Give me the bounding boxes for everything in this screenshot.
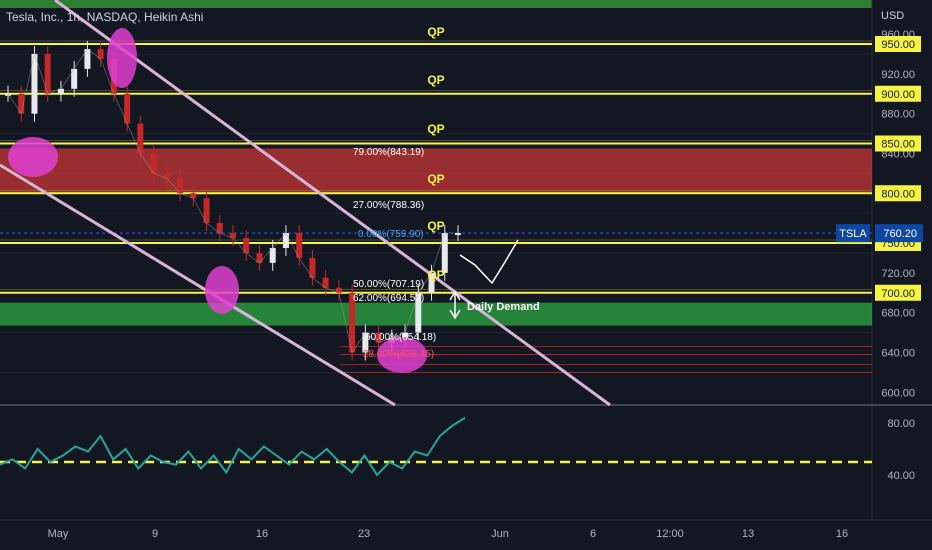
qp-label: QP (427, 172, 444, 186)
level-price-label: 700.00 (881, 288, 915, 300)
x-tick-label: 23 (358, 528, 370, 540)
y-tick-label: 920.00 (881, 69, 915, 81)
x-tick-label: 6 (590, 528, 596, 540)
highlight-ellipse (8, 137, 58, 177)
y-tick-label: 680.00 (881, 308, 915, 320)
level-price-label: 900.00 (881, 89, 915, 101)
x-tick-label: 12:00 (656, 528, 684, 540)
fib-label: 60.00%(654.18) (365, 332, 436, 343)
fib-label: 50.00%(707.19) (353, 279, 424, 290)
supply-zone (0, 148, 872, 194)
y-tick-label: 880.00 (881, 109, 915, 121)
fib-label: 27.00%(788.36) (353, 200, 424, 211)
x-tick-label: 16 (836, 528, 848, 540)
y-tick-label: 720.00 (881, 268, 915, 280)
x-tick-label: Jun (491, 528, 509, 540)
x-tick-label: 9 (152, 528, 158, 540)
highlight-ellipse (107, 28, 137, 88)
symbol-tag-label: TSLA (839, 228, 867, 240)
rsi-tick-label: 40.00 (887, 470, 915, 482)
x-tick-label: 13 (742, 528, 754, 540)
current-price-value: 760.20 (883, 228, 917, 240)
qp-label: QP (427, 268, 444, 282)
qp-label: QP (427, 25, 444, 39)
fib-label: 79.00%(843.19) (353, 147, 424, 158)
x-tick-label: 16 (256, 528, 268, 540)
level-price-label: 800.00 (881, 188, 915, 200)
fib-label: 28.00%(638.45) (363, 349, 434, 360)
level-price-label: 850.00 (881, 139, 915, 151)
qp-label: QP (427, 73, 444, 87)
fib-label: 62.00%(694.53) (353, 293, 424, 304)
y-tick-label: 600.00 (881, 387, 915, 399)
currency-label: USD (881, 10, 905, 22)
symbol-title: Tesla, Inc., 1h, NASDAQ, Heikin Ashi (6, 10, 204, 24)
rsi-tick-label: 80.00 (887, 418, 915, 430)
top-band (0, 0, 872, 8)
x-tick-label: May (48, 528, 69, 540)
highlight-ellipse (205, 266, 239, 314)
y-tick-label: 640.00 (881, 347, 915, 359)
daily-demand-label: Daily Demand (467, 301, 540, 313)
level-price-label: 950.00 (881, 39, 915, 51)
qp-label: QP (427, 122, 444, 136)
fib-label: 0.00%(759.90) (358, 229, 424, 240)
qp-label: QP (427, 219, 444, 233)
demand-zone (0, 302, 872, 326)
chart-canvas: QPQPQPQPQPQP79.00%(843.19)27.00%(788.36)… (0, 0, 932, 550)
